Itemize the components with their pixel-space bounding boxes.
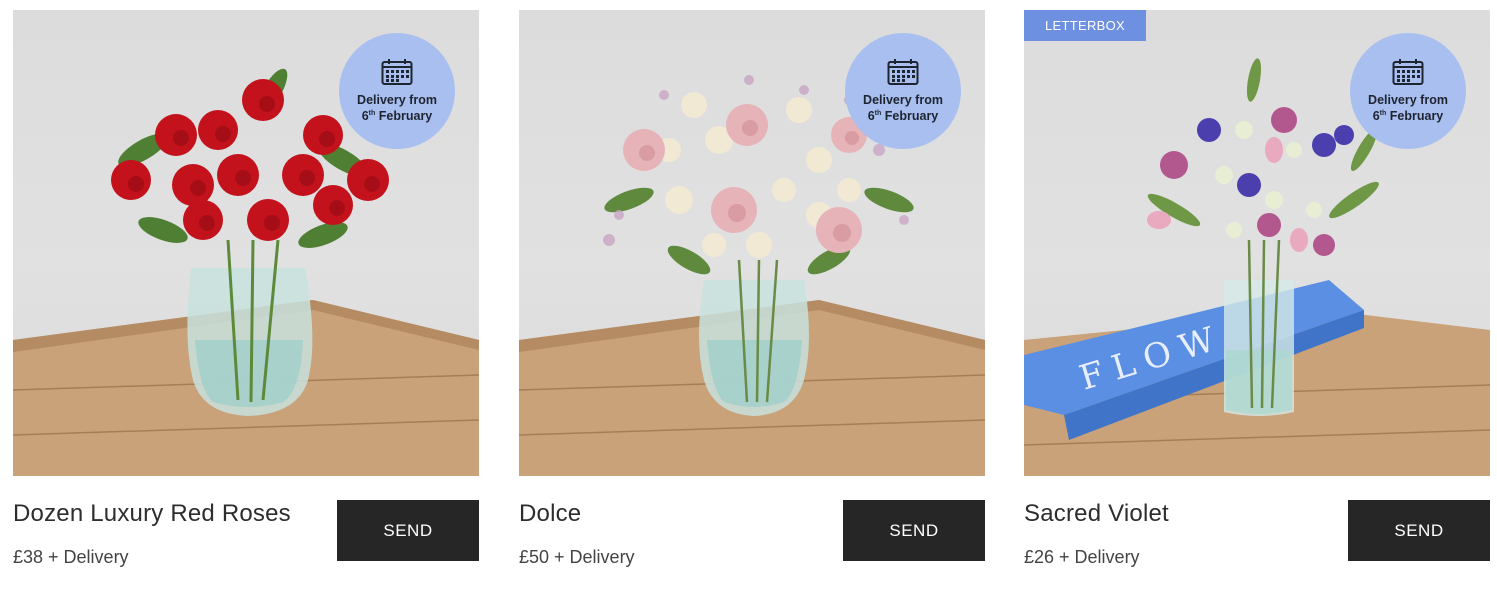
product-name[interactable]: Dolce bbox=[519, 500, 581, 528]
product-card-dozen-luxury-red-roses[interactable]: Delivery from 6th February Dozen Luxury … bbox=[13, 10, 479, 590]
product-price: £50 + Delivery bbox=[519, 547, 635, 567]
calendar-icon bbox=[887, 59, 919, 85]
calendar-icon bbox=[1392, 59, 1424, 85]
letterbox-tag: LETTERBOX bbox=[1024, 10, 1146, 41]
product-info: Dolce £50 + Delivery SEND bbox=[519, 476, 985, 590]
badge-line-2: 6th February bbox=[867, 109, 939, 123]
product-price: £38 + Delivery bbox=[13, 547, 129, 567]
product-card-dolce[interactable]: Delivery from 6th February Dolce £50 + D… bbox=[519, 10, 985, 590]
badge-line-2: 6th February bbox=[1372, 109, 1444, 123]
badge-line-1: Delivery from bbox=[863, 93, 943, 107]
product-image[interactable]: FLOW LETTERBOX Delivery from 6th Februar… bbox=[1024, 10, 1490, 476]
send-button[interactable]: SEND bbox=[337, 500, 479, 561]
calendar-icon bbox=[381, 59, 413, 85]
product-image[interactable]: Delivery from 6th February bbox=[519, 10, 985, 476]
product-price: £26 + Delivery bbox=[1024, 547, 1140, 567]
delivery-date-badge: Delivery from 6th February bbox=[1350, 33, 1466, 149]
delivery-date-badge: Delivery from 6th February bbox=[339, 33, 455, 149]
product-info: Dozen Luxury Red Roses £38 + Delivery SE… bbox=[13, 476, 479, 590]
delivery-date-badge: Delivery from 6th February bbox=[845, 33, 961, 149]
product-name[interactable]: Sacred Violet bbox=[1024, 500, 1169, 528]
send-button[interactable]: SEND bbox=[1348, 500, 1490, 561]
product-info: Sacred Violet £26 + Delivery SEND bbox=[1024, 476, 1490, 590]
badge-line-1: Delivery from bbox=[1368, 93, 1448, 107]
product-grid: Delivery from 6th February Dozen Luxury … bbox=[0, 0, 1497, 610]
badge-line-1: Delivery from bbox=[357, 93, 437, 107]
badge-line-2: 6th February bbox=[361, 109, 433, 123]
send-button[interactable]: SEND bbox=[843, 500, 985, 561]
product-name[interactable]: Dozen Luxury Red Roses bbox=[13, 500, 291, 528]
product-card-sacred-violet[interactable]: FLOW LETTERBOX Delivery from 6th Februar… bbox=[1024, 10, 1490, 590]
product-image[interactable]: Delivery from 6th February bbox=[13, 10, 479, 476]
